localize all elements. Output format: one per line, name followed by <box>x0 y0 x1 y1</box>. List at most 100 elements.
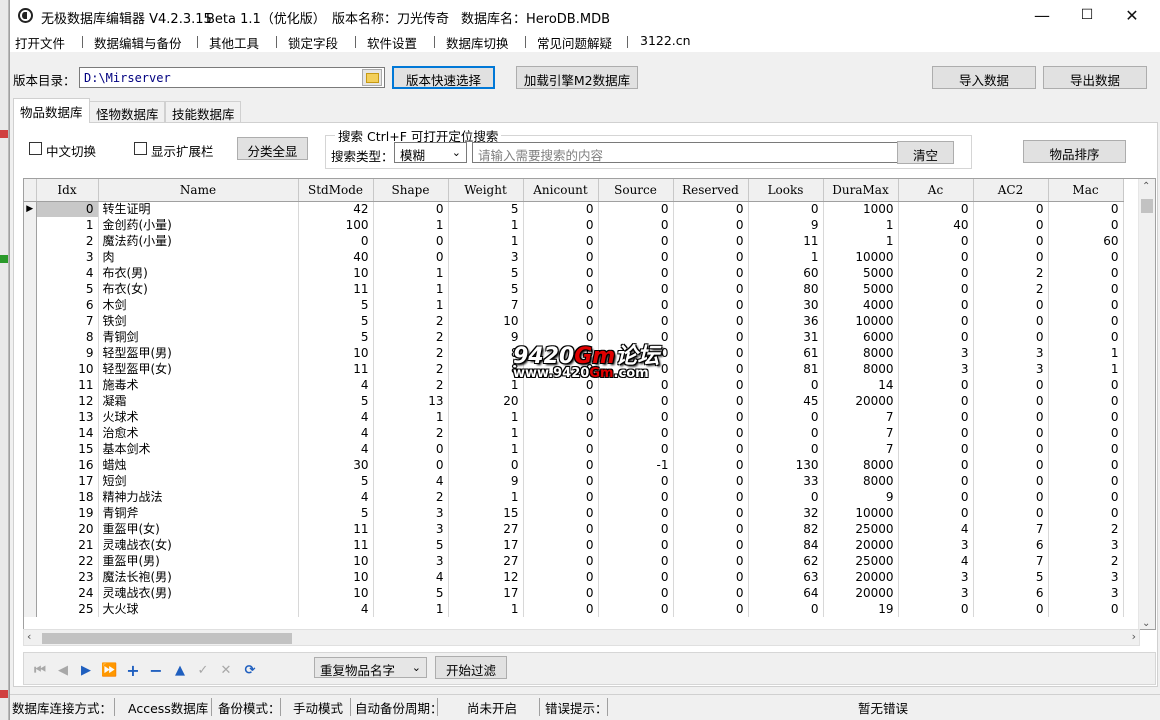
cell-source[interactable]: 0 <box>598 505 674 521</box>
row-indicator[interactable] <box>24 217 37 233</box>
cell-stdmode[interactable]: 4 <box>298 489 374 505</box>
cell-name[interactable]: 治愈术 <box>98 425 299 441</box>
column-header-name[interactable]: Name <box>98 179 299 202</box>
column-header-looks[interactable]: Looks <box>748 179 824 202</box>
cell-ac[interactable]: 0 <box>898 393 974 409</box>
cell-duramax[interactable]: 25000 <box>823 521 899 537</box>
cell-weight[interactable]: 1 <box>448 601 524 617</box>
column-header-ac2[interactable]: AC2 <box>973 179 1049 202</box>
cell-mac[interactable]: 0 <box>1048 457 1124 473</box>
cell-shape[interactable]: 13 <box>373 393 449 409</box>
cell-looks[interactable]: 0 <box>748 377 824 393</box>
cell-looks[interactable]: 0 <box>748 601 824 617</box>
edit-record-icon[interactable]: ▲ <box>172 663 188 679</box>
cell-reserved[interactable]: 0 <box>673 473 749 489</box>
cell-ac2[interactable]: 3 <box>973 345 1049 361</box>
cell-anicount[interactable]: 0 <box>523 265 599 281</box>
cell-stdmode[interactable]: 4 <box>298 409 374 425</box>
cell-reserved[interactable]: 0 <box>673 409 749 425</box>
cell-weight[interactable]: 8 <box>448 345 524 361</box>
cell-stdmode[interactable]: 0 <box>298 233 374 249</box>
cell-stdmode[interactable]: 100 <box>298 217 374 233</box>
cell-idx[interactable]: 21 <box>36 537 99 553</box>
cell-idx[interactable]: 5 <box>36 281 99 297</box>
cell-anicount[interactable]: 0 <box>523 281 599 297</box>
horizontal-scrollbar[interactable]: ‹ › <box>23 629 1140 646</box>
cell-weight[interactable]: 9 <box>448 473 524 489</box>
cell-anicount[interactable]: 0 <box>523 297 599 313</box>
cell-duramax[interactable]: 20000 <box>823 585 899 601</box>
table-row[interactable]: 21 灵魂战衣(女) 11 5 17 0 0 0 84 20000 3 6 3 <box>24 537 1124 553</box>
cell-weight[interactable]: 17 <box>448 585 524 601</box>
cell-name[interactable]: 灵魂战衣(女) <box>98 537 299 553</box>
cell-ac2[interactable]: 0 <box>973 473 1049 489</box>
cell-stdmode[interactable]: 10 <box>298 585 374 601</box>
row-indicator[interactable] <box>24 281 37 297</box>
sort-items-button[interactable]: 物品排序 <box>1023 140 1126 163</box>
cell-source[interactable]: 0 <box>598 297 674 313</box>
cell-weight[interactable]: 1 <box>448 425 524 441</box>
cell-name[interactable]: 木剑 <box>98 297 299 313</box>
cell-looks[interactable]: 30 <box>748 297 824 313</box>
cell-ac2[interactable]: 5 <box>973 569 1049 585</box>
row-indicator[interactable] <box>24 473 37 489</box>
cell-weight[interactable]: 1 <box>448 377 524 393</box>
cell-duramax[interactable]: 1 <box>823 217 899 233</box>
cell-ac2[interactable]: 0 <box>973 505 1049 521</box>
cell-mac[interactable]: 0 <box>1048 329 1124 345</box>
cell-duramax[interactable]: 20000 <box>823 537 899 553</box>
cell-ac[interactable]: 0 <box>898 297 974 313</box>
table-row[interactable]: 2 魔法药(小量) 0 0 1 0 0 0 11 1 0 0 60 <box>24 233 1124 249</box>
cell-mac[interactable]: 0 <box>1048 601 1124 617</box>
scroll-up-icon[interactable]: ⌃ <box>1142 181 1150 192</box>
row-indicator[interactable] <box>24 345 37 361</box>
cell-idx[interactable]: 17 <box>36 473 99 489</box>
cell-ac2[interactable]: 0 <box>973 249 1049 265</box>
cell-mac[interactable]: 0 <box>1048 377 1124 393</box>
cell-idx[interactable]: 12 <box>36 393 99 409</box>
cell-mac[interactable]: 3 <box>1048 569 1124 585</box>
cell-stdmode[interactable]: 11 <box>298 521 374 537</box>
cell-mac[interactable]: 0 <box>1048 505 1124 521</box>
first-record-icon[interactable]: ⏮ <box>32 663 48 679</box>
table-row[interactable]: 17 短剑 5 4 9 0 0 0 33 8000 0 0 0 <box>24 473 1124 489</box>
cell-name[interactable]: 精神力战法 <box>98 489 299 505</box>
row-indicator[interactable] <box>24 601 37 617</box>
cell-idx[interactable]: 3 <box>36 249 99 265</box>
cell-anicount[interactable]: 0 <box>523 249 599 265</box>
cell-anicount[interactable]: 0 <box>523 473 599 489</box>
cell-looks[interactable]: 1 <box>748 249 824 265</box>
scroll-down-icon[interactable]: ⌄ <box>1142 618 1150 629</box>
clear-search-button[interactable]: 清空 <box>897 141 954 164</box>
cell-mac[interactable]: 60 <box>1048 233 1124 249</box>
cell-looks[interactable]: 62 <box>748 553 824 569</box>
tab-skill-database[interactable]: 技能数据库 <box>165 101 241 122</box>
cell-idx[interactable]: 18 <box>36 489 99 505</box>
chinese-toggle-label[interactable]: 中文切换 <box>46 141 96 160</box>
prior-record-icon[interactable]: ◀ <box>55 663 71 679</box>
cell-shape[interactable]: 3 <box>373 505 449 521</box>
cell-name[interactable]: 基本剑术 <box>98 441 299 457</box>
column-header-idx[interactable]: Idx <box>36 179 99 202</box>
cell-reserved[interactable]: 0 <box>673 345 749 361</box>
scroll-right-icon[interactable]: › <box>1132 630 1136 643</box>
cell-looks[interactable]: 33 <box>748 473 824 489</box>
cell-ac[interactable]: 0 <box>898 265 974 281</box>
table-row[interactable]: 20 重盔甲(女) 11 3 27 0 0 0 82 25000 4 7 2 <box>24 521 1124 537</box>
cell-looks[interactable]: 31 <box>748 329 824 345</box>
cell-source[interactable]: 0 <box>598 441 674 457</box>
cell-anicount[interactable]: 0 <box>523 569 599 585</box>
cell-mac[interactable]: 0 <box>1048 489 1124 505</box>
cell-idx[interactable]: 7 <box>36 313 99 329</box>
cell-ac2[interactable]: 0 <box>973 297 1049 313</box>
cell-duramax[interactable]: 19 <box>823 601 899 617</box>
table-row[interactable]: 5 布衣(女) 11 1 5 0 0 0 80 5000 0 2 0 <box>24 281 1124 297</box>
cell-ac2[interactable]: 0 <box>973 457 1049 473</box>
cell-weight[interactable]: 5 <box>448 281 524 297</box>
cell-name[interactable]: 施毒术 <box>98 377 299 393</box>
refresh-icon[interactable]: ⟳ <box>242 663 258 679</box>
cell-looks[interactable]: 0 <box>748 489 824 505</box>
cell-duramax[interactable]: 7 <box>823 409 899 425</box>
cell-stdmode[interactable]: 4 <box>298 441 374 457</box>
cell-ac2[interactable]: 6 <box>973 537 1049 553</box>
